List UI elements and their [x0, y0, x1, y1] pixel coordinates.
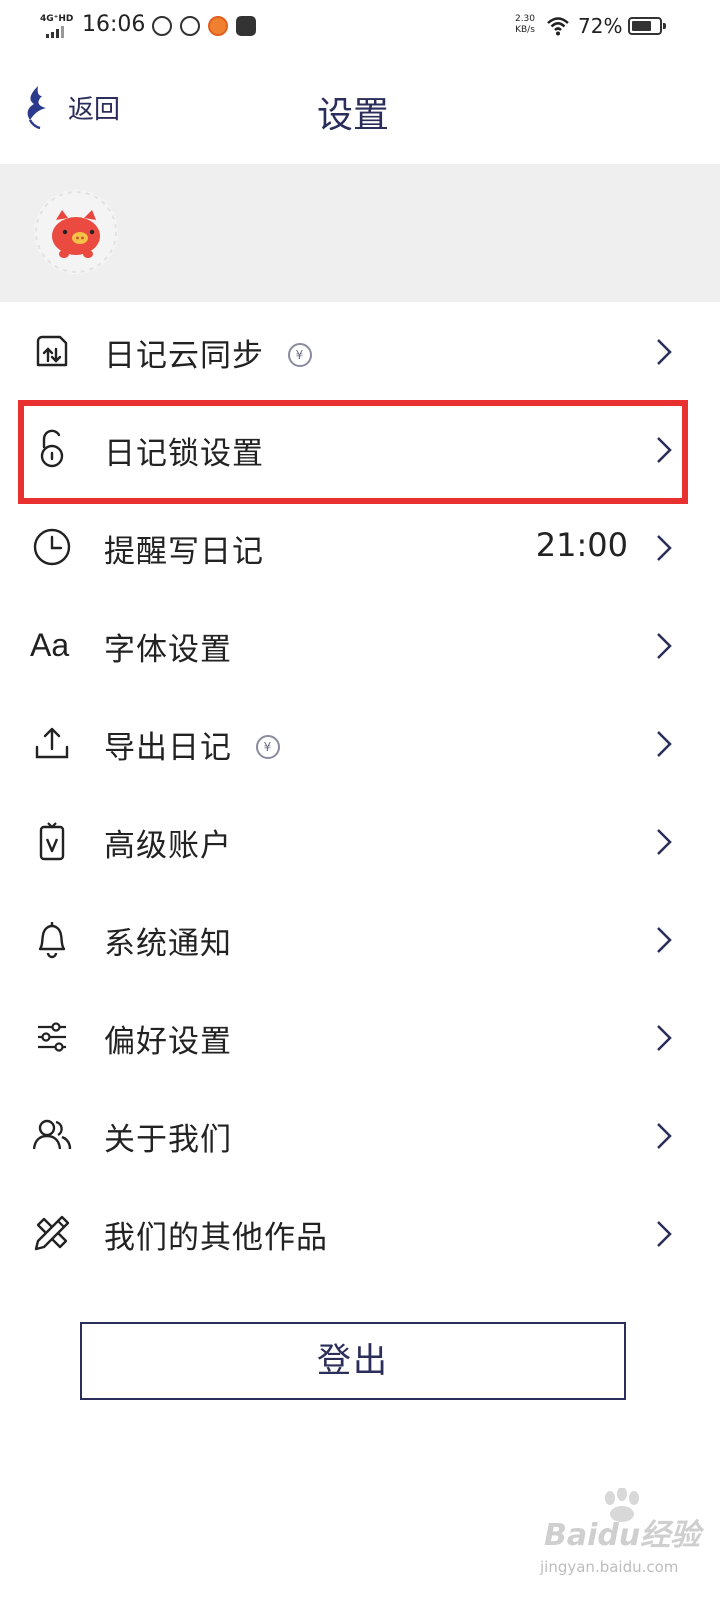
menu-item-premium[interactable]: 高级账户	[0, 792, 720, 890]
speed-value: 2.30	[514, 14, 536, 24]
font-icon: Aa	[30, 627, 70, 663]
network-indicator: 4G⁺HD	[40, 14, 74, 40]
lock-icon	[40, 429, 64, 468]
chevron-right-icon	[657, 437, 672, 463]
menu-item-label: 日记锁设置	[104, 436, 264, 472]
menu-item-label: 高级账户	[104, 828, 232, 864]
chevron-right-icon	[657, 731, 672, 757]
reminder-time: 21:00	[535, 526, 628, 564]
speed-unit: KB/s	[515, 25, 535, 35]
battery-icon	[628, 17, 666, 35]
battery-percent: 72%	[578, 14, 623, 38]
menu-item-other-works[interactable]: 我们的其他作品	[0, 1184, 720, 1282]
network-speed: 2.30 KB/s	[510, 14, 540, 36]
watermark: Baidu经验 jingyan.baidu.com	[540, 1488, 710, 1588]
signal-icon	[46, 26, 64, 38]
chevron-right-icon	[657, 633, 672, 659]
pig-avatar-icon	[34, 190, 118, 274]
app-notification-icon	[208, 16, 228, 36]
menu-item-cloud-sync[interactable]: 日记云同步 ¥	[0, 302, 720, 400]
chevron-right-icon	[657, 339, 672, 365]
avatar[interactable]	[34, 190, 118, 274]
cloud-sync-icon	[36, 335, 68, 367]
wifi-icon	[547, 17, 569, 36]
status-bar: 4G⁺HD 16:06 2.30 KB/s 72%	[0, 0, 720, 56]
watermark-url: jingyan.baidu.com	[540, 1558, 679, 1576]
chevron-right-icon	[657, 1123, 672, 1149]
menu-item-notifications[interactable]: 系统通知	[0, 890, 720, 988]
menu-item-preferences[interactable]: 偏好设置	[0, 988, 720, 1086]
status-time: 16:06	[82, 12, 146, 37]
nav-bar: 返回 设置	[0, 56, 720, 162]
menu-item-label: 我们的其他作品	[104, 1220, 328, 1256]
page-title: 设置	[316, 95, 389, 136]
export-icon	[35, 727, 69, 759]
menu-item-diary-lock[interactable]: 日记锁设置	[0, 400, 720, 498]
shopping-bag-icon	[236, 16, 256, 36]
premium-card-icon	[39, 822, 65, 861]
bell-icon	[38, 922, 66, 959]
app-notification-icon	[152, 16, 172, 36]
network-label: 4G⁺HD	[40, 14, 74, 24]
battery-fill	[632, 21, 651, 31]
menu-item-reminder[interactable]: 提醒写日记 21:00	[0, 498, 720, 596]
profile-header	[0, 164, 720, 302]
menu-item-about[interactable]: 关于我们	[0, 1086, 720, 1184]
watermark-brand: Baidu经验	[544, 1518, 701, 1553]
menu-item-font[interactable]: Aa 字体设置	[0, 596, 720, 694]
menu-item-label: 提醒写日记	[104, 534, 264, 570]
pencil-ruler-icon	[34, 1215, 70, 1251]
menu-item-label: 字体设置	[104, 632, 232, 668]
logout-button[interactable]: 登出	[80, 1322, 626, 1400]
users-icon	[32, 1119, 72, 1150]
chevron-right-icon	[657, 829, 672, 855]
menu-item-label: 日记云同步 ¥	[104, 330, 312, 375]
coin-badge-icon: ¥	[256, 734, 280, 759]
clock-icon	[33, 528, 71, 566]
notification-icons	[152, 16, 256, 36]
menu-item-label: 偏好设置	[104, 1024, 232, 1060]
chevron-right-icon	[657, 927, 672, 953]
menu-item-label: 导出日记 ¥	[104, 722, 280, 767]
coin-badge-icon: ¥	[288, 342, 312, 367]
app-notification-icon	[180, 16, 200, 36]
menu-item-label: 系统通知	[104, 926, 232, 962]
sliders-icon	[38, 1022, 66, 1052]
chevron-right-icon	[657, 535, 672, 561]
menu-item-export[interactable]: 导出日记 ¥	[0, 694, 720, 792]
chevron-right-icon	[657, 1221, 672, 1247]
settings-menu: 日记云同步¥ 日记锁设置 提醒写日记 21:00 Aa 字体设置 导出日记¥	[0, 302, 720, 1282]
chevron-right-icon	[657, 1025, 672, 1051]
menu-item-label: 关于我们	[104, 1122, 232, 1158]
